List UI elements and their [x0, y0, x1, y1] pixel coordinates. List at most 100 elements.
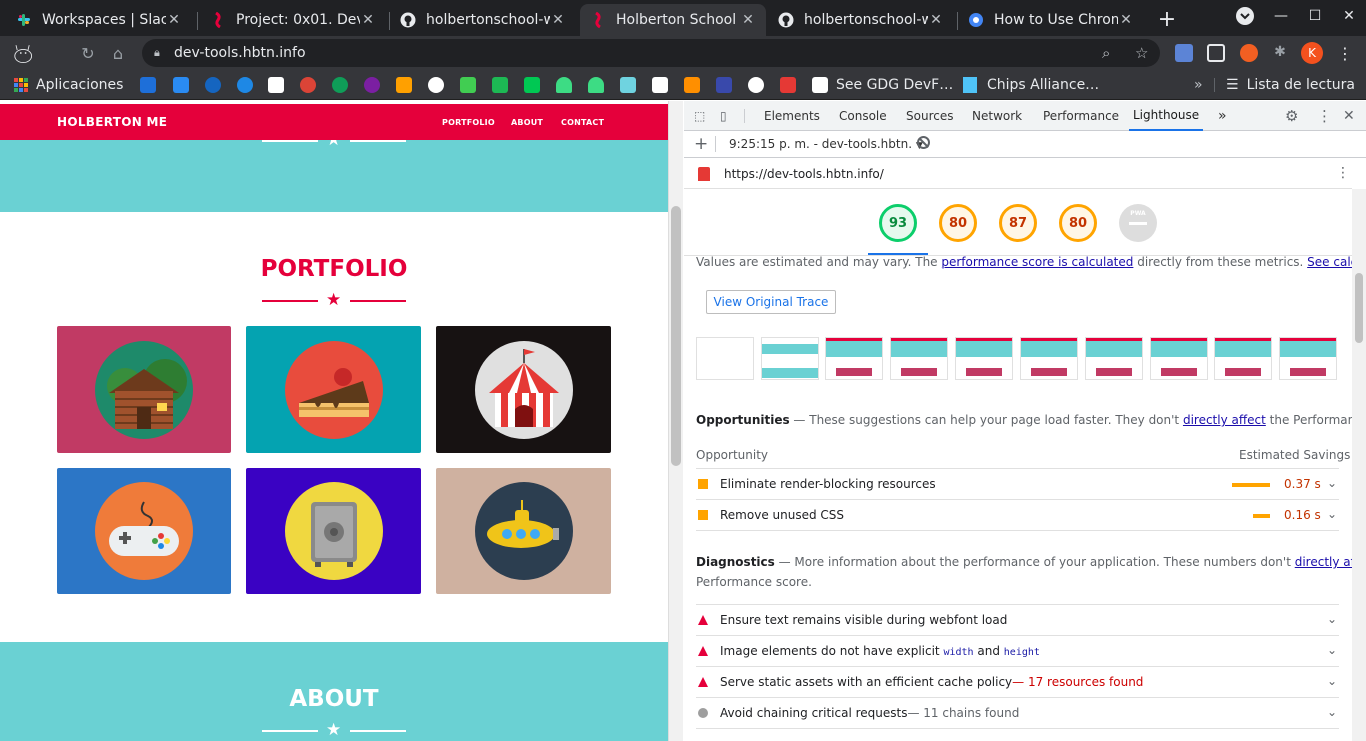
bookmark-favicon-icon[interactable] — [140, 77, 156, 93]
bookmark-chips[interactable]: Chips Alliance… — [963, 70, 1099, 100]
tab-lighthouse[interactable]: Lighthouse — [1129, 101, 1204, 131]
tab-sources[interactable]: Sources — [906, 101, 953, 131]
chevron-down-icon[interactable]: ⌄ — [1327, 476, 1337, 490]
back-button[interactable] — [10, 42, 34, 64]
diagnostic-row[interactable] — [696, 728, 1339, 741]
bookmark-favicon-icon[interactable] — [300, 77, 316, 93]
bookmark-favicon-icon[interactable] — [748, 77, 764, 93]
directly-affect-link[interactable]: directly affect — [1183, 413, 1266, 427]
chevron-down-icon[interactable]: ⌄ — [1327, 674, 1337, 688]
close-tab-icon[interactable]: ✕ — [928, 12, 944, 28]
bookmark-favicon-icon[interactable] — [684, 77, 700, 93]
opportunity-row[interactable]: Remove unused CSS 0.16 s ⌄ — [696, 499, 1339, 530]
bookmark-favicon-icon[interactable] — [492, 77, 508, 93]
devtools-scrollbar-thumb[interactable] — [1355, 273, 1363, 343]
new-report-icon[interactable]: + — [694, 134, 708, 154]
close-tab-icon[interactable]: ✕ — [166, 12, 182, 28]
chevron-down-icon[interactable]: ⌄ — [1327, 705, 1337, 719]
chrome-menu-icon[interactable]: ⋮ — [1333, 42, 1357, 64]
chevron-down-icon[interactable]: ⌄ — [1327, 507, 1337, 521]
new-tab-button[interactable]: + — [1154, 6, 1180, 32]
more-tabs-button[interactable]: » — [1218, 101, 1227, 131]
bookmark-favicon-icon[interactable] — [173, 77, 189, 93]
address-bar[interactable]: 🔒︎ dev-tools.hbtn.info ⌕ ☆ — [142, 39, 1160, 67]
close-tab-icon[interactable]: ✕ — [550, 12, 566, 28]
inspect-element-icon[interactable]: ⬚ — [694, 101, 705, 131]
fluent-extension-icon[interactable] — [1240, 44, 1258, 62]
score-gauge-pwa[interactable]: PWA — [1119, 204, 1157, 242]
minimize-window-icon[interactable]: — — [1264, 0, 1298, 32]
portfolio-item-submarine[interactable] — [436, 468, 611, 594]
score-gauge-seo[interactable]: 80 — [1059, 204, 1097, 242]
tab-screen-extension-icon[interactable] — [1207, 44, 1225, 62]
close-tab-icon[interactable]: ✕ — [740, 12, 756, 28]
portfolio-item-safe[interactable] — [246, 468, 421, 594]
browser-tab-github-2[interactable]: holbertonschool-w ✕ — [768, 4, 954, 36]
close-tab-icon[interactable]: ✕ — [360, 12, 376, 28]
portfolio-item-circus[interactable] — [436, 326, 611, 453]
portfolio-item-cabin[interactable] — [57, 326, 231, 453]
bookmark-favicon-icon[interactable] — [716, 77, 732, 93]
maximize-window-icon[interactable]: ☐ — [1298, 0, 1332, 32]
site-brand[interactable]: HOLBERTON ME — [57, 115, 167, 129]
device-toolbar-icon[interactable]: ▯ — [720, 101, 727, 131]
tab-elements[interactable]: Elements — [764, 101, 820, 131]
bookmark-favicon-icon[interactable] — [780, 77, 796, 93]
diagnostic-row[interactable]: Avoid chaining critical requests — 11 ch… — [696, 697, 1339, 728]
settings-gear-icon[interactable]: ⚙ — [1285, 101, 1298, 131]
clear-reports-icon[interactable] — [917, 136, 930, 149]
page-scrollbar[interactable] — [668, 101, 683, 741]
bookmark-favicon-icon[interactable] — [620, 77, 636, 93]
nav-link-contact[interactable]: CONTACT — [561, 118, 604, 127]
bookmark-apps[interactable]: Aplicaciones — [14, 70, 123, 100]
score-gauge-accessibility[interactable]: 80 — [939, 204, 977, 242]
tab-network[interactable]: Network — [972, 101, 1022, 131]
firebase-icon[interactable] — [396, 77, 412, 93]
bookmark-favicon-icon[interactable] — [652, 77, 668, 93]
reload-button[interactable]: ↻ — [76, 42, 100, 64]
bookmark-favicon-icon[interactable] — [237, 77, 253, 93]
portfolio-item-game[interactable] — [57, 468, 231, 594]
bookmark-favicon-icon[interactable] — [332, 77, 348, 93]
view-original-trace-button[interactable]: View Original Trace — [706, 290, 836, 314]
bookmark-favicon-icon[interactable] — [268, 77, 284, 93]
score-gauge-performance[interactable]: 93 — [879, 204, 917, 242]
close-devtools-icon[interactable]: ✕ — [1343, 101, 1355, 131]
android-icon[interactable] — [556, 77, 572, 93]
play-store-icon[interactable] — [524, 77, 540, 93]
nav-link-portfolio[interactable]: PORTFOLIO — [442, 118, 495, 127]
home-button[interactable]: ⌂ — [106, 42, 130, 64]
tab-console[interactable]: Console — [839, 101, 887, 131]
bookmark-favicon-icon[interactable] — [364, 77, 380, 93]
devtools-scrollbar[interactable] — [1352, 189, 1366, 741]
nav-link-about[interactable]: ABOUT — [511, 118, 543, 127]
tab-search-icon[interactable] — [1228, 0, 1262, 32]
browser-tab-holberton-active[interactable]: Holberton School ✕ — [580, 4, 766, 36]
zoom-search-icon[interactable]: ⌕ — [1102, 44, 1110, 62]
diagnostic-row[interactable]: Serve static assets with an efficient ca… — [696, 666, 1339, 697]
bookmark-gdg[interactable]: See GDG DevF… — [812, 70, 953, 100]
extensions-puzzle-icon[interactable]: ✱ — [1271, 44, 1289, 62]
bookmark-star-icon[interactable]: ☆ — [1135, 44, 1148, 62]
tab-performance[interactable]: Performance — [1043, 101, 1119, 131]
reading-list-button[interactable]: ☰ Lista de lectura — [1226, 70, 1355, 100]
page-scrollbar-thumb[interactable] — [671, 206, 681, 466]
android-icon[interactable] — [588, 77, 604, 93]
devtools-menu-icon[interactable]: ⋮ — [1317, 101, 1332, 131]
bookmark-favicon-icon[interactable] — [205, 77, 221, 93]
browser-tab-github[interactable]: holbertonschool-w ✕ — [390, 4, 576, 36]
chevron-down-icon[interactable]: ⌄ — [1327, 643, 1337, 657]
bookmarks-overflow-button[interactable]: » — [1194, 70, 1203, 100]
browser-tab-slack[interactable]: Workspaces | Slack ✕ — [6, 4, 192, 36]
opportunity-row[interactable]: Eliminate render-blocking resources 0.37… — [696, 468, 1339, 499]
portfolio-item-cake[interactable] — [246, 326, 421, 453]
chevron-down-icon[interactable]: ⌄ — [1327, 612, 1337, 626]
diagnostic-row[interactable]: Image elements do not have explicit widt… — [696, 635, 1339, 666]
google-icon[interactable] — [428, 77, 444, 93]
qt-icon[interactable] — [460, 77, 476, 93]
browser-tab-chrome-help[interactable]: How to Use Chrome ✕ — [958, 4, 1144, 36]
score-gauge-best-practices[interactable]: 87 — [999, 204, 1037, 242]
diagnostic-row[interactable]: Ensure text remains visible during webfo… — [696, 604, 1339, 635]
browser-tab-project[interactable]: Project: 0x01. DevOps ✕ — [200, 4, 386, 36]
close-window-icon[interactable]: ✕ — [1332, 0, 1366, 32]
